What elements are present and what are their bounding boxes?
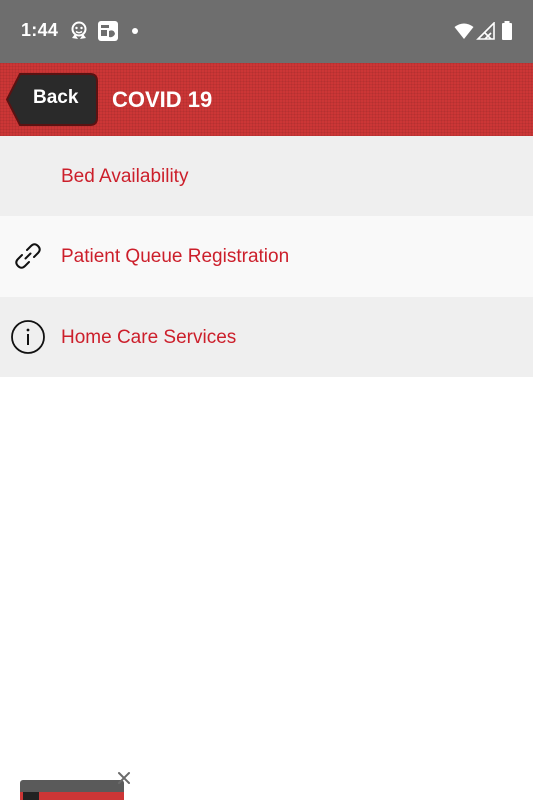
page-title: COVID 19	[112, 87, 213, 112]
status-time: 1:44	[21, 20, 59, 40]
close-icon[interactable]	[116, 770, 132, 786]
cell-signal-icon	[476, 21, 496, 45]
menu-list: Bed Availability Patient Queue Registrat…	[0, 136, 533, 377]
battery-icon	[501, 21, 513, 46]
info-icon	[10, 319, 46, 355]
list-item-patient-queue-registration[interactable]: Patient Queue Registration	[0, 216, 533, 297]
link-icon	[10, 238, 46, 274]
notification-dot-icon	[132, 28, 138, 34]
wifi-icon	[454, 22, 474, 45]
screen: 1:44 Back COVID 19 Bed Availability Pati…	[0, 0, 533, 800]
status-bar: 1:44	[0, 0, 533, 63]
floating-preview-thumbnail[interactable]	[20, 780, 124, 800]
list-item-bed-availability[interactable]: Bed Availability	[0, 136, 533, 216]
back-button[interactable]: Back	[6, 73, 98, 126]
list-item-label: Bed Availability	[61, 166, 189, 187]
preview-back	[23, 792, 39, 800]
list-item-home-care-services[interactable]: Home Care Services	[0, 297, 533, 377]
app-header: Back COVID 19	[0, 63, 533, 136]
list-item-label: Home Care Services	[61, 327, 237, 348]
list-item-label: Patient Queue Registration	[61, 246, 290, 267]
notification-badge-icon	[97, 20, 119, 47]
notification-app-icon	[68, 20, 90, 47]
back-button-label: Back	[33, 87, 79, 108]
